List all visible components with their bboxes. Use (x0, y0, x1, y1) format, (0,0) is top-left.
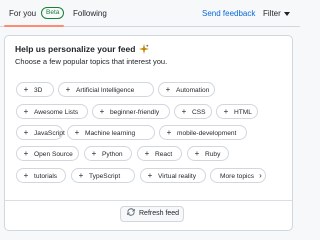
plus-icon: + (23, 85, 29, 94)
card-title-text: Help us personalize your feed (15, 44, 136, 54)
sync-icon (127, 208, 135, 216)
plus-icon: + (147, 171, 153, 180)
topic-label: Machine learning (85, 130, 136, 137)
send-feedback-link[interactable]: Send feedback (202, 8, 255, 19)
plus-icon: + (194, 149, 200, 158)
topic-chip-javascript[interactable]: + JavaScript (16, 125, 65, 140)
plus-icon: + (223, 107, 229, 116)
feed-nav: For you Beta Following Send feedback Fil… (0, 0, 300, 27)
topic-chip-artificial-intelligence[interactable]: + Artificial Intelligence (58, 82, 154, 97)
filter-menu[interactable]: Filter (263, 8, 290, 19)
plus-icon: + (23, 107, 29, 116)
topic-chip-ruby[interactable]: + Ruby (187, 146, 229, 161)
topic-chip-3d[interactable]: +3D (16, 82, 54, 97)
topic-chip-beginner-friendly[interactable]: + beginner-friendly (92, 104, 170, 119)
topic-label: Virtual reality (158, 173, 196, 180)
topic-label: Artificial Intelligence (76, 87, 135, 94)
topic-label: CSS (192, 109, 206, 116)
topic-chip-automation[interactable]: + Automation (158, 82, 215, 97)
more-topics-label: More topics (220, 173, 255, 180)
topic-label: mobile-development (177, 130, 237, 137)
topic-label: Ruby (205, 151, 221, 158)
personalize-feed-card: Help us personalize your feed Choose a f… (4, 35, 293, 231)
topic-label: Awesome Lists (34, 109, 79, 116)
topic-chip-awesome-lists[interactable]: + Awesome Lists (16, 104, 88, 119)
topic-label: Automation (176, 87, 210, 94)
beta-badge: Beta (41, 7, 65, 19)
topic-chip-python[interactable]: + Python (84, 146, 132, 161)
plus-icon: + (65, 85, 71, 94)
refresh-feed-label: Refresh feed (139, 210, 180, 217)
topic-chip-mobile-development[interactable]: + mobile-development (159, 125, 247, 140)
card-title: Help us personalize your feed (15, 44, 149, 57)
topic-chip-react[interactable]: + React (137, 146, 182, 161)
topic-label: React (155, 151, 173, 158)
topic-chip-tutorials[interactable]: + tutorials (16, 168, 66, 183)
more-topics-button[interactable]: More topics › (210, 168, 266, 183)
tab-for-you[interactable]: For you (9, 8, 36, 19)
topic-label: 3D (34, 87, 43, 94)
topic-chip-typescript[interactable]: + TypeScript (71, 168, 135, 183)
card-subtitle: Choose a few popular topics that interes… (15, 57, 168, 66)
plus-icon: + (78, 171, 84, 180)
topic-label: beginner-friendly (110, 109, 160, 116)
sparkle-icon (138, 44, 149, 57)
topic-chip-css[interactable]: + CSS (174, 104, 212, 119)
topic-label: tutorials (34, 173, 58, 180)
topic-label: JavaScript (34, 130, 65, 137)
feed-page: For you Beta Following Send feedback Fil… (0, 0, 300, 240)
topic-chip-virtual-reality[interactable]: + Virtual reality (140, 168, 206, 183)
plus-icon: + (23, 171, 29, 180)
plus-icon: + (165, 85, 171, 94)
plus-icon: + (166, 128, 172, 137)
topic-label: Python (102, 151, 123, 158)
tab-following[interactable]: Following (73, 8, 107, 19)
plus-icon: + (99, 107, 105, 116)
plus-icon: + (144, 149, 150, 158)
plus-icon: + (181, 107, 187, 116)
topic-chip-html[interactable]: + HTML (216, 104, 258, 119)
plus-icon: + (23, 128, 29, 137)
active-tab-indicator (4, 25, 64, 27)
plus-icon: + (23, 149, 29, 158)
topic-label: TypeScript (89, 173, 121, 180)
card-divider (5, 200, 292, 201)
topic-label: Open Source (34, 151, 73, 158)
plus-icon: + (74, 128, 80, 137)
topic-chip-open-source[interactable]: + Open Source (16, 146, 79, 161)
topic-label: HTML (234, 109, 252, 116)
refresh-feed-button[interactable]: Refresh feed (120, 206, 184, 222)
topic-chip-machine-learning[interactable]: + Machine learning (67, 125, 155, 140)
filter-label: Filter (263, 9, 281, 18)
triangle-down-icon (283, 8, 290, 19)
plus-icon: + (91, 149, 97, 158)
chevron-right-icon: › (259, 171, 262, 180)
